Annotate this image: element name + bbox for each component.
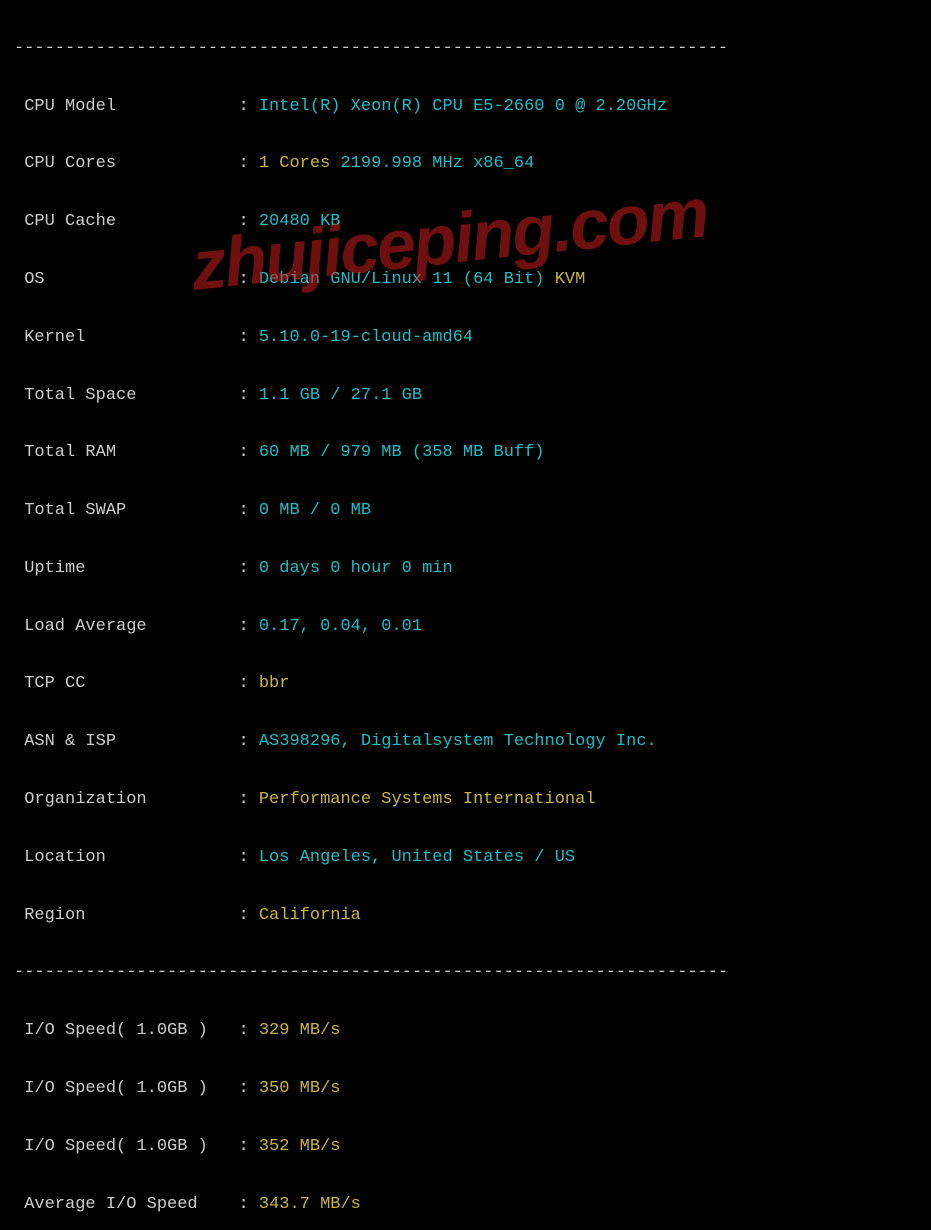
- colon: :: [238, 150, 258, 179]
- value-io-avg: 343.7 MB/s: [259, 1191, 361, 1220]
- label-cpu-cache: CPU Cache: [14, 208, 238, 237]
- value-region: California: [259, 902, 361, 931]
- row-cpu-cores: CPU Cores : 1 Cores 2199.998 MHz x86_64: [14, 150, 917, 179]
- label-total-space: Total Space: [14, 382, 238, 411]
- row-kernel: Kernel : 5.10.0-19-cloud-amd64: [14, 324, 917, 353]
- value-uptime: 0 days 0 hour 0 min: [259, 555, 453, 584]
- colon: :: [238, 208, 258, 237]
- row-io-2: I/O Speed( 1.0GB ) : 350 MB/s: [14, 1075, 917, 1104]
- colon: :: [238, 1017, 258, 1046]
- row-cpu-cache: CPU Cache : 20480 KB: [14, 208, 917, 237]
- value-load-avg: 0.17, 0.04, 0.01: [259, 613, 422, 642]
- colon: :: [238, 555, 258, 584]
- colon: :: [238, 1075, 258, 1104]
- colon: :: [238, 266, 258, 295]
- divider: ----------------------------------------…: [14, 959, 917, 988]
- label-asn-isp: ASN & ISP: [14, 728, 238, 757]
- row-asn-isp: ASN & ISP : AS398296, Digitalsystem Tech…: [14, 728, 917, 757]
- row-io-avg: Average I/O Speed : 343.7 MB/s: [14, 1191, 917, 1220]
- label-load-avg: Load Average: [14, 613, 238, 642]
- colon: :: [238, 613, 258, 642]
- row-organization: Organization : Performance Systems Inter…: [14, 786, 917, 815]
- label-region: Region: [14, 902, 238, 931]
- label-io-test: I/O Speed( 1.0GB ): [14, 1017, 238, 1046]
- value-cpu-cache: 20480 KB: [259, 208, 341, 237]
- value-total-space: 1.1 GB / 27.1 GB: [259, 382, 422, 411]
- label-tcp-cc: TCP CC: [14, 670, 238, 699]
- row-region: Region : California: [14, 902, 917, 931]
- row-total-ram: Total RAM : 60 MB / 979 MB (358 MB Buff): [14, 439, 917, 468]
- colon: :: [238, 728, 258, 757]
- value-os-virt: KVM: [555, 266, 586, 295]
- value-cpu-model: Intel(R) Xeon(R) CPU E5-2660 0 @ 2.20GHz: [259, 93, 667, 122]
- value-asn-isp: AS398296, Digitalsystem Technology Inc.: [259, 728, 657, 757]
- colon: :: [238, 382, 258, 411]
- label-os: OS: [14, 266, 238, 295]
- row-os: OS : Debian GNU/Linux 11 (64 Bit) KVM: [14, 266, 917, 295]
- label-uptime: Uptime: [14, 555, 238, 584]
- label-cpu-model: CPU Model: [14, 93, 238, 122]
- value-total-ram: 60 MB / 979 MB (358 MB Buff): [259, 439, 545, 468]
- label-location: Location: [14, 844, 238, 873]
- label-io-test: I/O Speed( 1.0GB ): [14, 1075, 238, 1104]
- value-kernel: 5.10.0-19-cloud-amd64: [259, 324, 473, 353]
- colon: :: [238, 844, 258, 873]
- row-load-avg: Load Average : 0.17, 0.04, 0.01: [14, 613, 917, 642]
- label-io-test: I/O Speed( 1.0GB ): [14, 1133, 238, 1162]
- terminal-output: ----------------------------------------…: [0, 0, 931, 1230]
- colon: :: [238, 324, 258, 353]
- row-uptime: Uptime : 0 days 0 hour 0 min: [14, 555, 917, 584]
- label-total-ram: Total RAM: [14, 439, 238, 468]
- row-io-1: I/O Speed( 1.0GB ) : 329 MB/s: [14, 1017, 917, 1046]
- row-tcp-cc: TCP CC : bbr: [14, 670, 917, 699]
- colon: :: [238, 670, 258, 699]
- row-total-swap: Total SWAP : 0 MB / 0 MB: [14, 497, 917, 526]
- row-total-space: Total Space : 1.1 GB / 27.1 GB: [14, 382, 917, 411]
- label-organization: Organization: [14, 786, 238, 815]
- colon: :: [238, 1133, 258, 1162]
- colon: :: [238, 439, 258, 468]
- value-cpu-cores-rest: 2199.998 MHz x86_64: [330, 150, 534, 179]
- row-location: Location : Los Angeles, United States / …: [14, 844, 917, 873]
- label-kernel: Kernel: [14, 324, 238, 353]
- divider: ----------------------------------------…: [14, 35, 917, 64]
- label-cpu-cores: CPU Cores: [14, 150, 238, 179]
- label-total-swap: Total SWAP: [14, 497, 238, 526]
- value-total-swap: 0 MB / 0 MB: [259, 497, 371, 526]
- colon: :: [238, 93, 258, 122]
- value-io-2: 350 MB/s: [259, 1075, 341, 1104]
- colon: :: [238, 902, 258, 931]
- colon: :: [238, 1191, 258, 1220]
- value-io-3: 352 MB/s: [259, 1133, 341, 1162]
- value-location: Los Angeles, United States / US: [259, 844, 575, 873]
- row-io-3: I/O Speed( 1.0GB ) : 352 MB/s: [14, 1133, 917, 1162]
- value-io-1: 329 MB/s: [259, 1017, 341, 1046]
- colon: :: [238, 786, 258, 815]
- value-cpu-cores-count: 1 Cores: [259, 150, 330, 179]
- value-organization: Performance Systems International: [259, 786, 596, 815]
- value-tcp-cc: bbr: [259, 670, 290, 699]
- label-io-avg: Average I/O Speed: [14, 1191, 238, 1220]
- row-cpu-model: CPU Model : Intel(R) Xeon(R) CPU E5-2660…: [14, 93, 917, 122]
- colon: :: [238, 497, 258, 526]
- value-os: Debian GNU/Linux 11 (64 Bit): [259, 266, 555, 295]
